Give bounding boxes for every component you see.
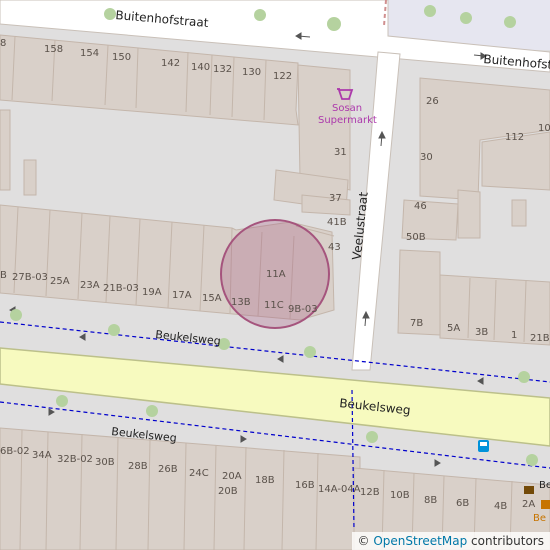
house-number: 21B-03 [103, 283, 139, 294]
house-number: 20B [218, 486, 238, 497]
house-number: 13B [231, 297, 251, 308]
house-number: 31 [334, 147, 347, 158]
house-number: 12B [360, 487, 380, 498]
house-number: 6B [456, 498, 470, 509]
house-number: 25A [50, 276, 70, 287]
house-number: 32B-02 [57, 454, 93, 465]
house-number: 9B-03 [288, 304, 318, 315]
house-number: 11A [266, 269, 286, 280]
house-number: 37 [329, 193, 342, 204]
house-number: 19A [142, 287, 162, 298]
bus-stop-icon[interactable] [478, 440, 489, 452]
house-number: 112 [505, 132, 525, 143]
house-number: 8 [0, 38, 7, 49]
house-number: 8B [424, 495, 438, 506]
beukelsweg-main-road [0, 347, 550, 447]
house-number: 50B [406, 232, 426, 243]
house-number: 4B [494, 501, 508, 512]
house-number: 20A [222, 471, 242, 482]
house-number: 41B [327, 217, 347, 228]
house-number: 30 [420, 152, 433, 163]
poi-label-be-2: Be [533, 513, 547, 524]
house-number: 26B [158, 464, 178, 475]
house-number: 15A [202, 293, 222, 304]
house-number: 10B [390, 490, 410, 501]
house-number: 3B [475, 327, 489, 338]
house-number: 24C [189, 468, 209, 479]
house-number: 11C [264, 300, 284, 311]
house-number: 7B [410, 318, 424, 329]
poi-label-supermarkt: Supermarkt [318, 115, 377, 126]
house-number: 132 [213, 64, 233, 75]
house-number: 14A-04A [318, 484, 361, 495]
house-number: 150 [112, 52, 132, 63]
house-number: 27B-03 [12, 272, 48, 283]
house-number: 2A [522, 499, 536, 510]
copyright-symbol: © [357, 534, 370, 548]
house-number: 10 [538, 123, 550, 134]
house-number: 30B [95, 457, 115, 468]
house-number: 122 [273, 71, 293, 82]
house-number: 130 [242, 67, 262, 78]
house-number: 6B-02 [0, 446, 30, 457]
house-number: 5A [447, 323, 461, 334]
house-number: 34A [32, 450, 52, 461]
attribution-suffix: contributors [467, 534, 544, 548]
house-number: 17A [172, 290, 192, 301]
house-number: 28B [128, 461, 148, 472]
house-number: 43 [328, 242, 341, 253]
osm-link[interactable]: OpenStreetMap [373, 534, 467, 548]
map-attribution: © OpenStreetMap contributors [351, 532, 550, 550]
house-number: B [0, 270, 7, 281]
map-view[interactable]: Buitenhofstraat Buitenhofstraat Veelustr… [0, 0, 550, 550]
house-number: 46 [414, 201, 427, 212]
poi-label-sosan: Sosan [332, 103, 363, 114]
house-number: 26 [426, 96, 439, 107]
house-number: 21B [530, 333, 550, 344]
house-number: 1 [511, 330, 518, 341]
house-number: 18B [255, 475, 275, 486]
house-number: 154 [80, 48, 100, 59]
poi-label-be: Be [539, 480, 550, 491]
house-number: 16B [295, 480, 315, 491]
house-number: 158 [44, 44, 64, 55]
house-number: 23A [80, 280, 100, 291]
house-number: 142 [161, 58, 181, 69]
house-number: 140 [191, 62, 211, 73]
